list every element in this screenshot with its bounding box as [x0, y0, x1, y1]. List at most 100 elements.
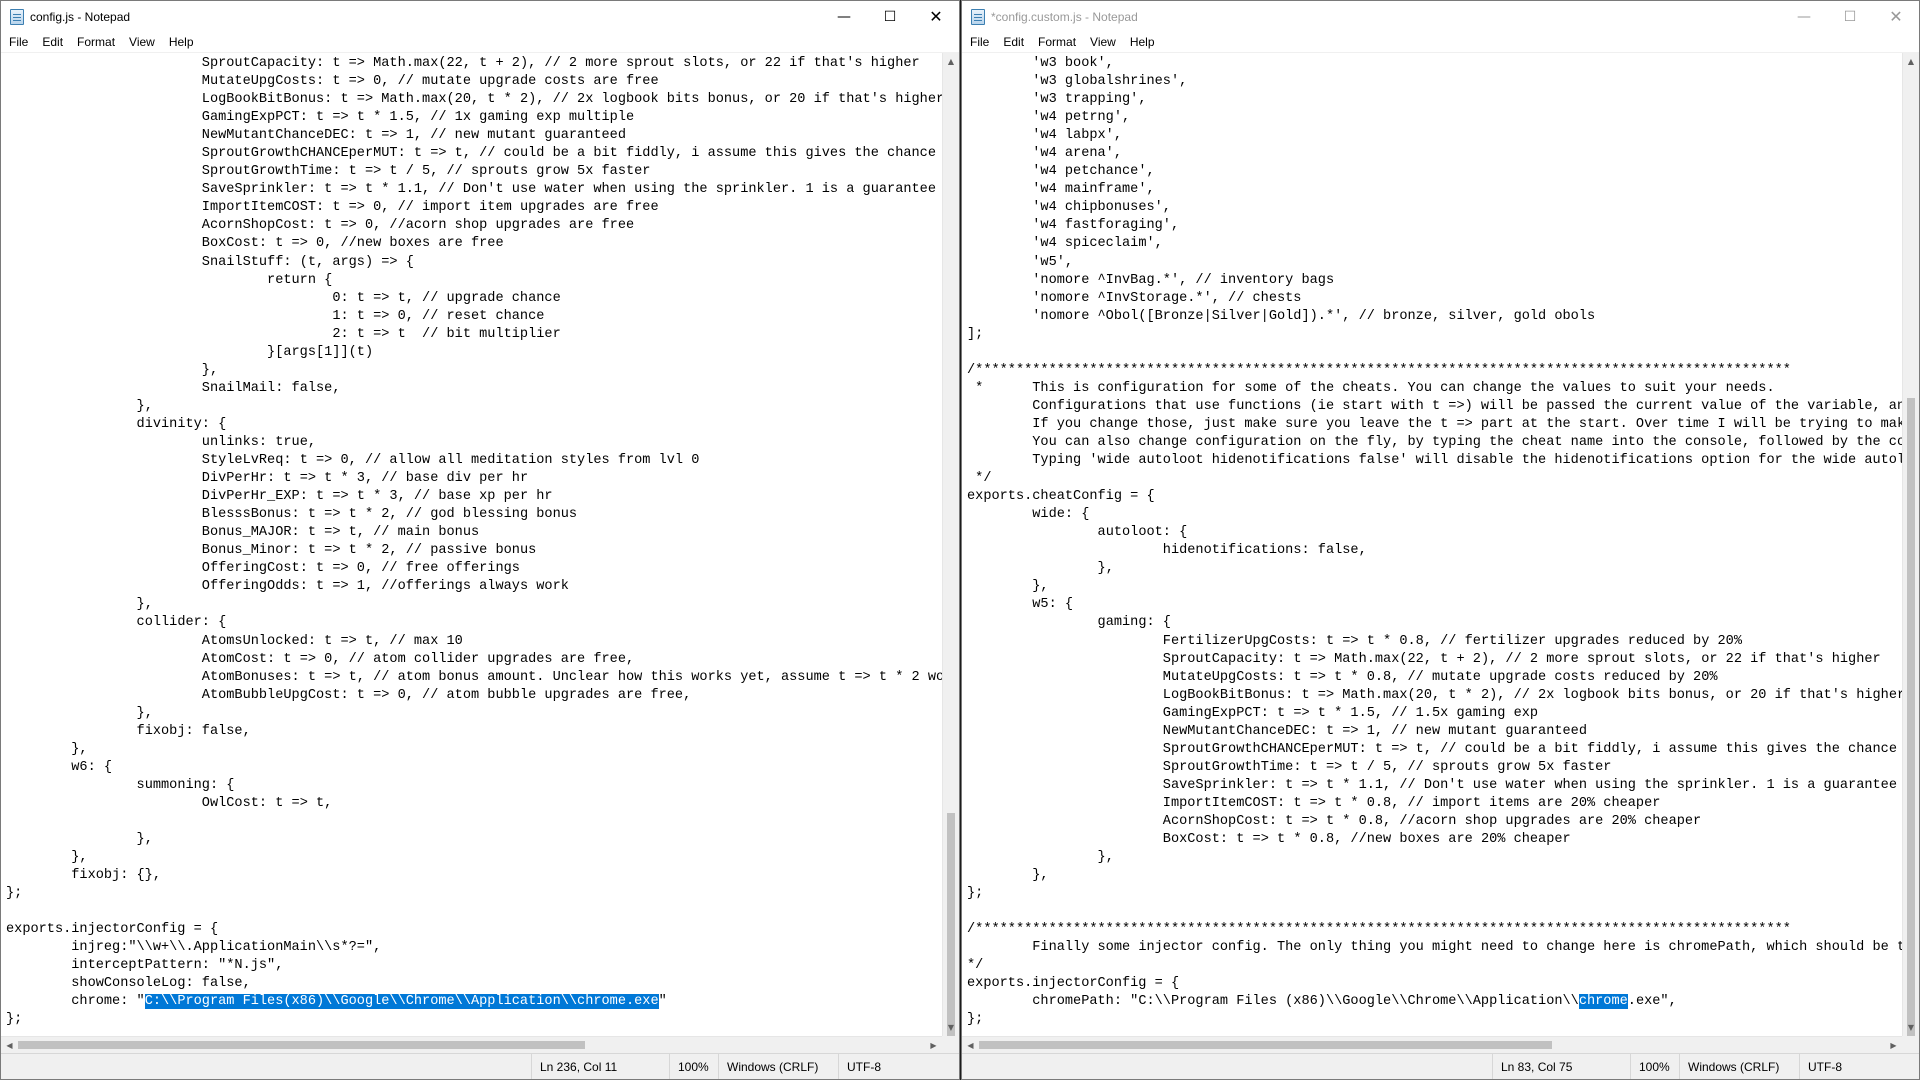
horizontal-scrollbar[interactable]: ◀ ▶ [962, 1036, 1902, 1053]
menu-view[interactable]: View [1083, 32, 1123, 52]
code-line[interactable]: AcornShopCost: t => t * 0.8, //acorn sho… [967, 813, 1902, 831]
code-line[interactable]: }; [967, 885, 1902, 903]
scroll-right-icon[interactable]: ▶ [925, 1037, 942, 1053]
code-line[interactable]: 'w4 arena', [967, 145, 1902, 163]
code-line[interactable]: BlesssBonus: t => t * 2, // god blessing… [6, 506, 942, 524]
code-line[interactable]: }, [6, 849, 942, 867]
code-line[interactable]: divinity: { [6, 416, 942, 434]
code-line[interactable]: SaveSprinkler: t => t * 1.1, // Don't us… [6, 181, 942, 199]
code-line[interactable]: Typing 'wide autoloot hidenotifications … [967, 452, 1902, 470]
code-line[interactable]: exports.cheatConfig = { [967, 488, 1902, 506]
maximize-button[interactable]: ☐ [1827, 1, 1873, 32]
code-line[interactable]: chrome: "C:\\Program Files(x86)\\Google\… [6, 993, 942, 1011]
scroll-up-icon[interactable]: ▲ [943, 53, 959, 70]
menu-edit[interactable]: Edit [996, 32, 1031, 52]
code-line[interactable]: hidenotifications: false, [967, 542, 1902, 560]
code-line[interactable]: BoxCost: t => t * 0.8, //new boxes are 2… [967, 831, 1902, 849]
code-line[interactable]: 'w3 trapping', [967, 91, 1902, 109]
code-line[interactable]: }, [6, 831, 942, 849]
code-line[interactable]: exports.injectorConfig = { [967, 975, 1902, 993]
menu-help[interactable]: Help [162, 32, 201, 52]
code-line[interactable]: SnailStuff: (t, args) => { [6, 254, 942, 272]
code-line[interactable]: NewMutantChanceDEC: t => 1, // new mutan… [6, 127, 942, 145]
code-line[interactable]: SproutGrowthCHANCEperMUT: t => t, // cou… [6, 145, 942, 163]
code-line[interactable]: 'w4 mainframe', [967, 181, 1902, 199]
code-line[interactable]: wide: { [967, 506, 1902, 524]
code-line[interactable]: ImportItemCOST: t => t * 0.8, // import … [967, 795, 1902, 813]
notepad-window-config[interactable]: config.js - Notepad — ☐ ✕ File Edit Form… [0, 0, 960, 1080]
code-line[interactable]: AtomBonuses: t => t, // atom bonus amoun… [6, 669, 942, 687]
vertical-scrollbar[interactable]: ▲ ▼ [1902, 53, 1919, 1036]
code-line[interactable]: ​ [6, 903, 942, 921]
menu-file[interactable]: File [962, 32, 996, 52]
code-line[interactable]: }; [967, 1011, 1902, 1029]
code-line[interactable]: 0: t => t, // upgrade chance [6, 290, 942, 308]
code-line[interactable]: StyleLvReq: t => 0, // allow all meditat… [6, 452, 942, 470]
code-line[interactable]: * This is configuration for some of the … [967, 380, 1902, 398]
code-line[interactable]: }, [6, 398, 942, 416]
scroll-down-icon[interactable]: ▼ [1903, 1019, 1919, 1036]
menu-file[interactable]: File [1, 32, 35, 52]
code-line[interactable]: }, [6, 362, 942, 380]
scroll-left-icon[interactable]: ◀ [962, 1037, 979, 1053]
code-line[interactable]: DivPerHr_EXP: t => t * 3, // base xp per… [6, 488, 942, 506]
scroll-right-icon[interactable]: ▶ [1885, 1037, 1902, 1053]
scroll-thumb[interactable] [947, 813, 955, 1036]
code-line[interactable]: ImportItemCOST: t => 0, // import item u… [6, 199, 942, 217]
code-line[interactable]: 'nomore ^InvStorage.*', // chests [967, 290, 1902, 308]
code-line[interactable]: OfferingCost: t => 0, // free offerings [6, 560, 942, 578]
code-line[interactable]: 1: t => 0, // reset chance [6, 308, 942, 326]
code-line[interactable]: }, [6, 705, 942, 723]
code-line[interactable]: injreg:"\\w+\\.ApplicationMain\\s*?=", [6, 939, 942, 957]
menu-help[interactable]: Help [1123, 32, 1162, 52]
close-button[interactable]: ✕ [913, 1, 959, 32]
code-line[interactable]: autoloot: { [967, 524, 1902, 542]
horizontal-scrollbar[interactable]: ◀ ▶ [1, 1036, 942, 1053]
menu-edit[interactable]: Edit [35, 32, 70, 52]
code-line[interactable]: }; [6, 1011, 942, 1029]
code-line[interactable]: /***************************************… [967, 362, 1902, 380]
code-line[interactable]: exports.injectorConfig = { [6, 921, 942, 939]
code-line[interactable]: 'nomore ^InvBag.*', // inventory bags [967, 272, 1902, 290]
code-line[interactable]: AtomCost: t => 0, // atom collider upgra… [6, 651, 942, 669]
code-line[interactable]: }, [967, 849, 1902, 867]
code-line[interactable]: collider: { [6, 614, 942, 632]
scroll-thumb[interactable] [1907, 398, 1915, 1036]
code-line[interactable]: ]; [967, 326, 1902, 344]
code-line[interactable]: Configurations that use functions (ie st… [967, 398, 1902, 416]
text-area[interactable]: 'w3 book', 'w3 globalshrines', 'w3 trapp… [962, 53, 1902, 1036]
vertical-scrollbar[interactable]: ▲ ▼ [942, 53, 959, 1036]
code-line[interactable]: 'w4 spiceclaim', [967, 235, 1902, 253]
code-line[interactable]: MutateUpgCosts: t => 0, // mutate upgrad… [6, 73, 942, 91]
code-line[interactable]: FertilizerUpgCosts: t => t * 0.8, // fer… [967, 633, 1902, 651]
minimize-button[interactable]: — [1781, 1, 1827, 32]
code-line[interactable]: LogBookBitBonus: t => Math.max(20, t * 2… [967, 687, 1902, 705]
code-line[interactable]: SproutGrowthTime: t => t / 5, // sprouts… [6, 163, 942, 181]
code-line[interactable]: BoxCost: t => 0, //new boxes are free [6, 235, 942, 253]
code-line[interactable]: summoning: { [6, 777, 942, 795]
code-line[interactable]: */ [967, 957, 1902, 975]
code-line[interactable]: SnailMail: false, [6, 380, 942, 398]
code-line[interactable]: SproutGrowthCHANCEperMUT: t => t, // cou… [967, 741, 1902, 759]
title-bar[interactable]: *config.custom.js - Notepad — ☐ ✕ [962, 1, 1919, 32]
code-line[interactable]: ​ [6, 813, 942, 831]
scroll-up-icon[interactable]: ▲ [1903, 53, 1919, 70]
code-line[interactable]: AtomBubbleUpgCost: t => 0, // atom bubbl… [6, 687, 942, 705]
code-line[interactable]: ​ [967, 344, 1902, 362]
code-line[interactable]: 'w3 globalshrines', [967, 73, 1902, 91]
maximize-button[interactable]: ☐ [867, 1, 913, 32]
code-line[interactable]: w5: { [967, 596, 1902, 614]
code-line[interactable]: 'w4 labpx', [967, 127, 1902, 145]
code-line[interactable]: 'w3 book', [967, 55, 1902, 73]
code-line[interactable]: MutateUpgCosts: t => t * 0.8, // mutate … [967, 669, 1902, 687]
code-line[interactable]: }, [967, 867, 1902, 885]
code-line[interactable]: chromePath: "C:\\Program Files (x86)\\Go… [967, 993, 1902, 1011]
code-line[interactable]: SproutGrowthTime: t => t / 5, // sprouts… [967, 759, 1902, 777]
code-line[interactable]: w6: { [6, 759, 942, 777]
code-line[interactable]: fixobj: false, [6, 723, 942, 741]
code-line[interactable]: OwlCost: t => t, [6, 795, 942, 813]
code-line[interactable]: }[args[1]](t) [6, 344, 942, 362]
code-line[interactable]: 'w4 chipbonuses', [967, 199, 1902, 217]
editor[interactable]: SproutCapacity: t => Math.max(22, t + 2)… [1, 52, 959, 1036]
code-line[interactable]: return { [6, 272, 942, 290]
